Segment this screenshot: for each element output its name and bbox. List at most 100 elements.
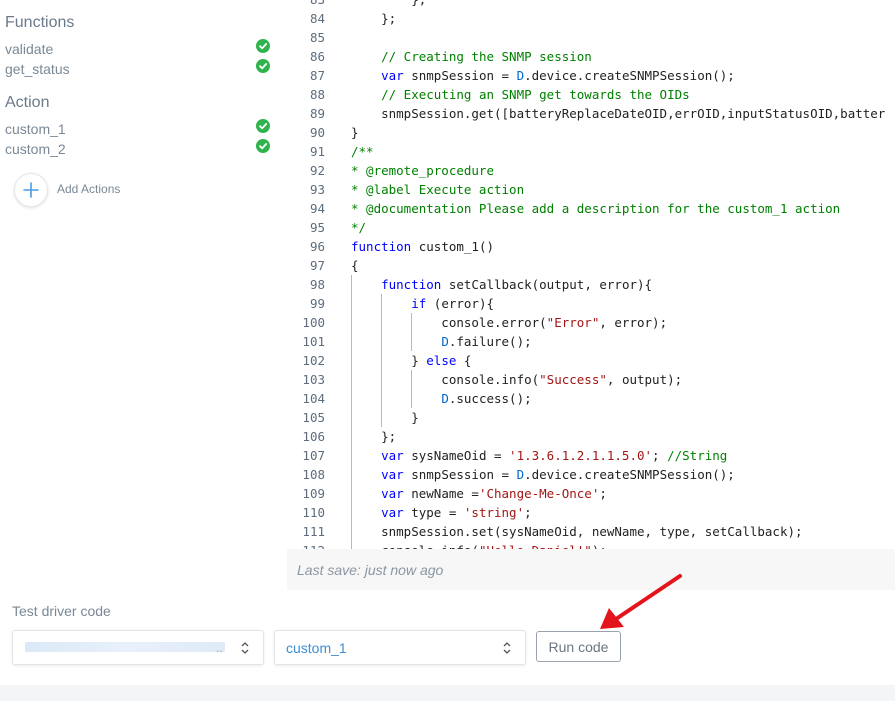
code-editor-panel: 83 },84 };8586 // Creating the SNMP sess… (287, 0, 895, 590)
function-item-validate[interactable]: validate (5, 41, 53, 57)
code-text: snmpSession.set(sysNameOid, newName, typ… (351, 524, 803, 539)
line-number: 89 (309, 106, 325, 121)
code-text: console.error("Error", error); (351, 315, 668, 330)
run-code-button[interactable]: Run code (536, 631, 621, 662)
code-text: // Executing an SNMP get towards the OID… (381, 87, 690, 102)
code-text: } (351, 125, 359, 140)
last-save-status: Last save: just now ago (297, 562, 444, 578)
check-circle-icon (256, 59, 270, 73)
code-text: }; (351, 429, 397, 444)
line-number: 99 (309, 296, 325, 311)
code-text: * @documentation Please add a descriptio… (351, 201, 841, 216)
code-line: 83 }, (287, 0, 895, 9)
line-number: 107 (302, 448, 325, 463)
code-line: 98 function setCallback(output, error){ (287, 275, 895, 294)
code-line: 93 * @label Execute action (287, 180, 895, 199)
line-number: 95 (309, 220, 325, 235)
line-number: 110 (302, 505, 325, 520)
line-number: 101 (302, 334, 325, 349)
code-text: D.success(); (441, 391, 532, 406)
line-number: 96 (309, 239, 325, 254)
line-number: 108 (302, 467, 325, 482)
check-circle-icon (256, 39, 270, 53)
add-actions-label[interactable]: Add Actions (57, 182, 120, 196)
code-text: } (351, 410, 419, 425)
device-select-value: .. (216, 641, 223, 655)
code-text: snmpSession.get([batteryReplaceDateOID,e… (351, 106, 886, 121)
code-text: }; (351, 11, 397, 26)
code-line: 106 }; (287, 427, 895, 446)
code-line: 111 snmpSession.set(sysNameOid, newName,… (287, 522, 895, 541)
code-line: 94 * @documentation Please add a descript… (287, 199, 895, 218)
function-select-value: custom_1 (286, 640, 347, 656)
function-item-get-status[interactable]: get_status (5, 61, 70, 77)
add-actions-button[interactable] (14, 173, 48, 207)
code-line: 88 // Executing an SNMP get towards the … (287, 85, 895, 104)
line-number: 105 (302, 410, 325, 425)
code-line: 99 if (error){ (287, 294, 895, 313)
code-text: * @remote_procedure (351, 163, 494, 178)
code-text: var snmpSession = D.device.createSNMPSes… (381, 467, 735, 482)
code-text: var type = 'string'; (381, 505, 532, 520)
code-text: console.info("Success", output); (351, 372, 683, 387)
code-text: if (error){ (411, 296, 495, 311)
line-number: 87 (309, 68, 325, 83)
device-select[interactable]: .. (12, 630, 264, 665)
line-number: 92 (309, 163, 325, 178)
redacted-device-name (25, 642, 225, 652)
action-title: Action (5, 94, 50, 111)
action-item-custom-2[interactable]: custom_2 (5, 141, 66, 157)
code-line: 110 var type = 'string'; (287, 503, 895, 522)
line-number: 94 (309, 201, 325, 216)
code-line: 87 var snmpSession = D.device.createSNMP… (287, 66, 895, 85)
code-line: 103 console.info("Success", output); (287, 370, 895, 389)
code-line: 100 console.error("Error", error); (287, 313, 895, 332)
up-down-chevron-icon (241, 642, 249, 654)
line-number: 109 (302, 486, 325, 501)
line-number: 83 (287, 0, 325, 9)
code-line: 112 console.info("Hello Daniel!"); (287, 541, 895, 549)
code-line: 108 var snmpSession = D.device.createSNM… (287, 465, 895, 484)
line-number: 90 (309, 125, 325, 140)
code-line: 97 { (287, 256, 895, 275)
code-line: 86 // Creating the SNMP session (287, 47, 895, 66)
code-text: console.info("Hello Daniel!"); (351, 541, 607, 549)
code-line: 107 var sysNameOid = '1.3.6.1.2.1.1.5.0'… (287, 446, 895, 465)
function-select[interactable]: custom_1 (274, 630, 526, 665)
line-number: 84 (309, 11, 325, 26)
code-line: 104 D.success(); (287, 389, 895, 408)
functions-title: Functions (5, 14, 75, 31)
code-editor[interactable]: 83 },84 };8586 // Creating the SNMP sess… (287, 0, 895, 549)
code-line: 102 } else { (287, 351, 895, 370)
code-line: 84 }; (287, 9, 895, 28)
line-number: 91 (309, 144, 325, 159)
code-text: { (351, 258, 359, 273)
code-text: function setCallback(output, error){ (381, 277, 653, 292)
code-text: // Creating the SNMP session (381, 49, 592, 64)
sidebar: Functions validate get_status Action cus… (0, 0, 276, 590)
code-text: }, (351, 0, 426, 9)
line-number: 102 (302, 353, 325, 368)
line-number: 111 (302, 524, 325, 539)
line-number: 88 (309, 87, 325, 102)
code-line: 91 /** (287, 142, 895, 161)
code-text: */ (351, 220, 367, 235)
code-line: 85 (287, 28, 895, 47)
line-number: 103 (302, 372, 325, 387)
line-number: 86 (309, 49, 325, 64)
code-line: 105 } (287, 408, 895, 427)
test-driver-label: Test driver code (12, 603, 111, 619)
line-number: 85 (309, 30, 325, 45)
code-line: 92 * @remote_procedure (287, 161, 895, 180)
line-number: 93 (309, 182, 325, 197)
driver-editor-card: Functions validate get_status Action cus… (0, 0, 895, 685)
line-number: 100 (302, 315, 325, 330)
code-line: 89 snmpSession.get([batteryReplaceDateOI… (287, 104, 895, 123)
code-text: var snmpSession = D.device.createSNMPSes… (381, 68, 735, 83)
code-line: 95 */ (287, 218, 895, 237)
line-number: 98 (309, 277, 325, 292)
check-circle-icon (256, 139, 270, 153)
action-item-custom-1[interactable]: custom_1 (5, 121, 66, 137)
code-lines: 83 },84 };8586 // Creating the SNMP sess… (287, 0, 895, 549)
code-text: D.failure(); (441, 334, 532, 349)
